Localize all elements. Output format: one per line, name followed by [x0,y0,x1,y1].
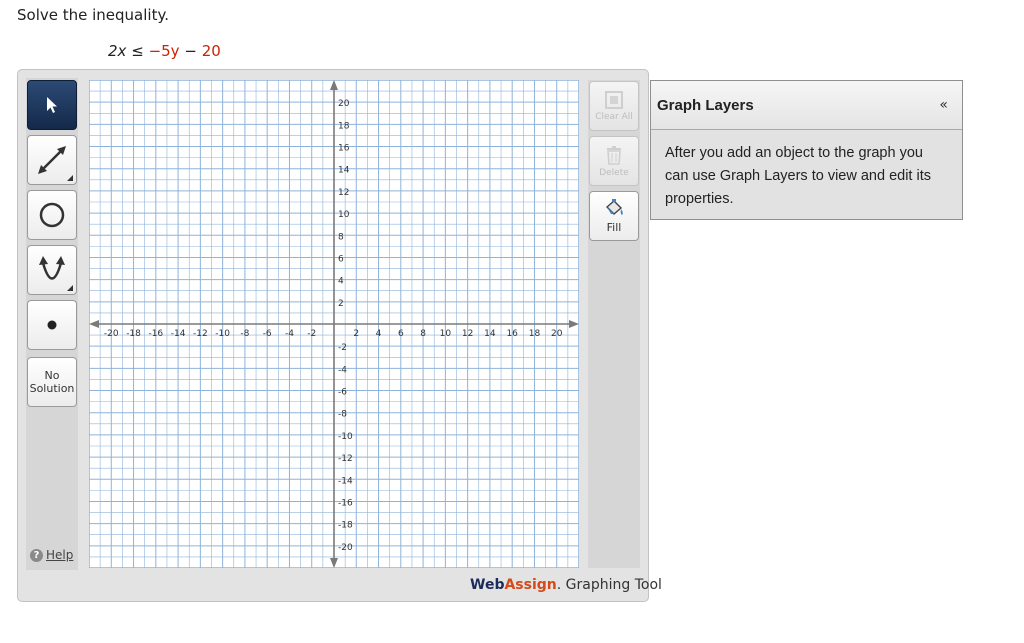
inequality-minus: − [184,42,197,60]
point-icon [47,320,57,330]
double-arrow-line-icon [38,146,66,174]
inequality-lhs: 2x [108,42,127,60]
edit-toolbar: Clear All Delete Fill [588,80,640,568]
x-tick-label: -8 [240,329,249,339]
x-tick-label: 16 [506,329,518,339]
y-tick-label: 18 [338,121,350,131]
x-tick-label: 12 [462,329,473,339]
no-solution-label-line2: Solution [29,382,75,395]
paint-bucket-icon [605,199,623,215]
fill-label: Fill [606,221,622,234]
point-tool-button[interactable] [27,300,77,350]
delete-button[interactable]: Delete [589,136,639,186]
circle-tool-button[interactable] [27,190,77,240]
x-tick-label: 14 [484,329,496,339]
clear-all-icon [605,90,623,109]
x-tick-label: 10 [440,329,452,339]
inequality: 2x ≤ −5y − 20 [108,42,221,60]
circle-icon [39,202,65,228]
graph-layers-description: After you add an object to the graph you… [665,145,931,207]
y-tick-label: -6 [338,388,347,398]
x-tick-label: -20 [104,329,119,339]
line-tool-button[interactable] [27,135,77,185]
y-tick-label: 6 [338,254,344,264]
coordinate-grid[interactable]: -20 -18 -16 -14 -12 -10 -8 -6 -4 -2 2 4 6 8 10 12 14 16 18… [89,80,579,568]
no-solution-button[interactable]: No Solution [27,357,77,407]
y-tick-label: -12 [338,454,353,464]
inequality-rhs-coef: −5y [148,42,180,60]
x-tick-label: -12 [193,329,208,339]
help-icon: ? [30,548,43,562]
brand-suffix: . Graphing Tool [556,577,662,593]
webassign-brand: WebAssign. Graphing Tool [470,577,662,593]
trash-icon [607,145,621,165]
x-tick-label: -6 [263,329,272,339]
y-tick-label: 8 [338,232,344,242]
select-tool-button[interactable] [27,80,77,130]
x-tick-label: -16 [148,329,163,339]
tool-palette: No Solution [26,78,78,570]
graph-layers-panel: Graph Layers « After you add an object t… [650,80,963,220]
brand-web: Web [470,577,505,593]
x-tick-label: 20 [551,329,563,339]
x-tick-label: -14 [171,329,186,339]
y-tick-label: 20 [338,99,350,109]
y-tick-label: -16 [338,498,353,508]
graph-layers-title: Graph Layers [657,96,754,114]
help-link[interactable]: ? Help [30,548,73,562]
y-tick-label: 4 [338,277,344,287]
no-solution-label-line1: No [44,369,60,382]
x-tick-label: -4 [285,329,294,339]
y-tick-label: 12 [338,188,349,198]
y-tick-label: -2 [338,343,347,353]
collapse-chevron-icon[interactable]: « [939,97,948,113]
y-tick-label: -10 [338,432,353,442]
fill-button[interactable]: Fill [589,191,639,241]
clear-all-button[interactable]: Clear All [589,81,639,131]
x-tick-label: 6 [398,329,404,339]
parabola-tool-button[interactable] [27,245,77,295]
inequality-constant: 20 [201,42,221,60]
x-tick-label: 8 [420,329,426,339]
arrow-cursor-icon [47,97,57,113]
line-tool-expand-icon [67,175,73,181]
parabola-icon [39,256,65,280]
parabola-tool-expand-icon [67,285,73,291]
y-tick-label: 16 [338,144,350,154]
x-tick-label: 18 [529,329,541,339]
brand-assign: Assign [504,577,557,593]
x-tick-label: 4 [376,329,382,339]
y-tick-label: 14 [338,166,350,176]
y-tick-label: -8 [338,410,347,420]
y-tick-label: -18 [338,521,353,531]
y-tick-label: -4 [338,365,347,375]
delete-label: Delete [599,167,629,178]
x-tick-label: 2 [353,329,359,339]
x-tick-label: -10 [215,329,230,339]
clear-all-label: Clear All [595,111,633,122]
x-tick-label: -2 [307,329,316,339]
graph-layers-header: Graph Layers « [651,81,962,130]
y-tick-label: -20 [338,543,353,553]
help-label: Help [46,548,74,562]
y-tick-label: -14 [338,476,353,486]
x-tick-label: -18 [126,329,141,339]
y-tick-label: 10 [338,210,350,220]
prompt-text: Solve the inequality. [17,6,169,24]
inequality-relation: ≤ [131,42,144,60]
y-tick-label: 2 [338,299,344,309]
